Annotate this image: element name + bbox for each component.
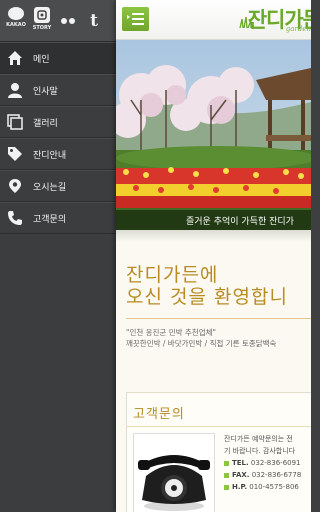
welcome-rule — [126, 318, 311, 319]
welcome-title-line1: 잔디가든에 — [126, 264, 219, 286]
kakao-talk-link[interactable]: KAKAO — [6, 6, 26, 35]
kakao-story-link[interactable]: STORY — [32, 6, 52, 35]
hero-caption: 즐거운 추억이 가득한 잔디가 — [116, 210, 311, 230]
sidebar: KAKAO STORY t 메인 인사말 갤러리 잔디안내 오시는길 고객문의 — [0, 0, 116, 512]
tumblr-icon: t — [90, 10, 98, 31]
flickr-icon — [61, 13, 75, 29]
rotary-phone-icon — [138, 455, 210, 511]
contact-box: 고객문의 잔디가든 예약문의는 전 기 바랍니다. 감사합니다 TEL. 032… — [126, 392, 311, 512]
home-icon — [6, 49, 24, 67]
welcome-title-line2: 오신 것을 환영합니 — [126, 286, 288, 308]
menu-item-label: 메인 — [33, 54, 50, 65]
menu-item-directions[interactable]: 오시는길 — [0, 170, 116, 202]
top-bar: 잔디가든 garden — [116, 0, 311, 40]
hp-label: H.P. — [232, 483, 248, 491]
tag-icon — [6, 145, 24, 163]
tel-value: 032-836-6091 — [250, 459, 301, 467]
tel-label: TEL. — [232, 459, 249, 467]
menu-item-label: 잔디안내 — [33, 150, 67, 161]
social-bar: KAKAO STORY t — [0, 0, 116, 42]
menu-item-greeting[interactable]: 인사말 — [0, 74, 116, 106]
location-pin-icon — [6, 177, 24, 195]
contact-intro-line2: 기 바랍니다. 감사합니다 — [224, 447, 296, 455]
site-logo[interactable]: 잔디가든 garden — [239, 4, 311, 34]
menu-item-label: 오시는길 — [33, 182, 67, 193]
menu-item-main[interactable]: 메인 — [0, 42, 116, 74]
welcome-desc-features: 깨끗한민박 / 바닷가민박 / 직접 기른 토종닭백숙 — [126, 339, 277, 348]
telephone-image — [133, 433, 215, 512]
contact-info: 잔디가든 예약문의는 전 기 바랍니다. 감사합니다 TEL. 032-836-… — [224, 433, 301, 493]
main-menu: 메인 인사말 갤러리 잔디안내 오시는길 고객문의 — [0, 42, 116, 234]
bullet-icon — [224, 472, 229, 478]
menu-item-lawn-info[interactable]: 잔디안내 — [0, 138, 116, 170]
contact-intro-line1: 잔디가든 예약문의는 전 — [224, 435, 293, 443]
phone-icon — [6, 209, 24, 227]
menu-item-gallery[interactable]: 갤러리 — [0, 106, 116, 138]
garden-photo — [116, 40, 311, 230]
hp-value: 010-4575-806 — [249, 483, 299, 491]
menu-item-label: 인사말 — [33, 86, 58, 97]
welcome-desc-recommend: "인천 옹진군 민박 추천업체" — [126, 328, 216, 337]
tumblr-link[interactable]: t — [84, 7, 104, 35]
hero-image: 즐거운 추억이 가득한 잔디가 — [116, 40, 311, 230]
menu-item-label: 갤러리 — [33, 118, 58, 129]
section-divider — [116, 230, 311, 242]
contact-rule — [127, 426, 311, 427]
menu-item-label: 고객문의 — [33, 214, 67, 225]
kakao-talk-icon — [8, 6, 24, 20]
welcome-section: 잔디가든에 오신 것을 환영합니 "인천 옹진군 민박 추천업체" 깨끗한민박 … — [116, 242, 311, 349]
kakao-label: KAKAO — [6, 21, 26, 28]
contact-hp-row[interactable]: H.P. 010-4575-806 — [224, 481, 301, 493]
contact-tel-row[interactable]: TEL. 032-836-6091 — [224, 457, 301, 469]
gallery-icon — [6, 113, 24, 131]
story-label: STORY — [32, 24, 52, 31]
app-root: KAKAO STORY t 메인 인사말 갤러리 잔디안내 오시는길 고객문의 … — [0, 0, 311, 512]
contact-title: 고객문의 — [133, 407, 185, 422]
bullet-icon — [224, 460, 229, 466]
person-icon — [6, 81, 24, 99]
logo-subtext: garden — [285, 25, 311, 33]
fax-value: 032-836-6778 — [251, 471, 302, 479]
menu-list-icon — [127, 13, 144, 25]
flickr-link[interactable] — [58, 7, 78, 35]
contact-fax-row: FAX. 032-836-6778 — [224, 469, 301, 481]
menu-toggle-button[interactable] — [122, 7, 149, 31]
bullet-icon — [224, 484, 229, 490]
menu-item-contact[interactable]: 고객문의 — [0, 202, 116, 234]
kakao-story-icon — [34, 6, 50, 23]
fax-label: FAX. — [232, 471, 250, 479]
